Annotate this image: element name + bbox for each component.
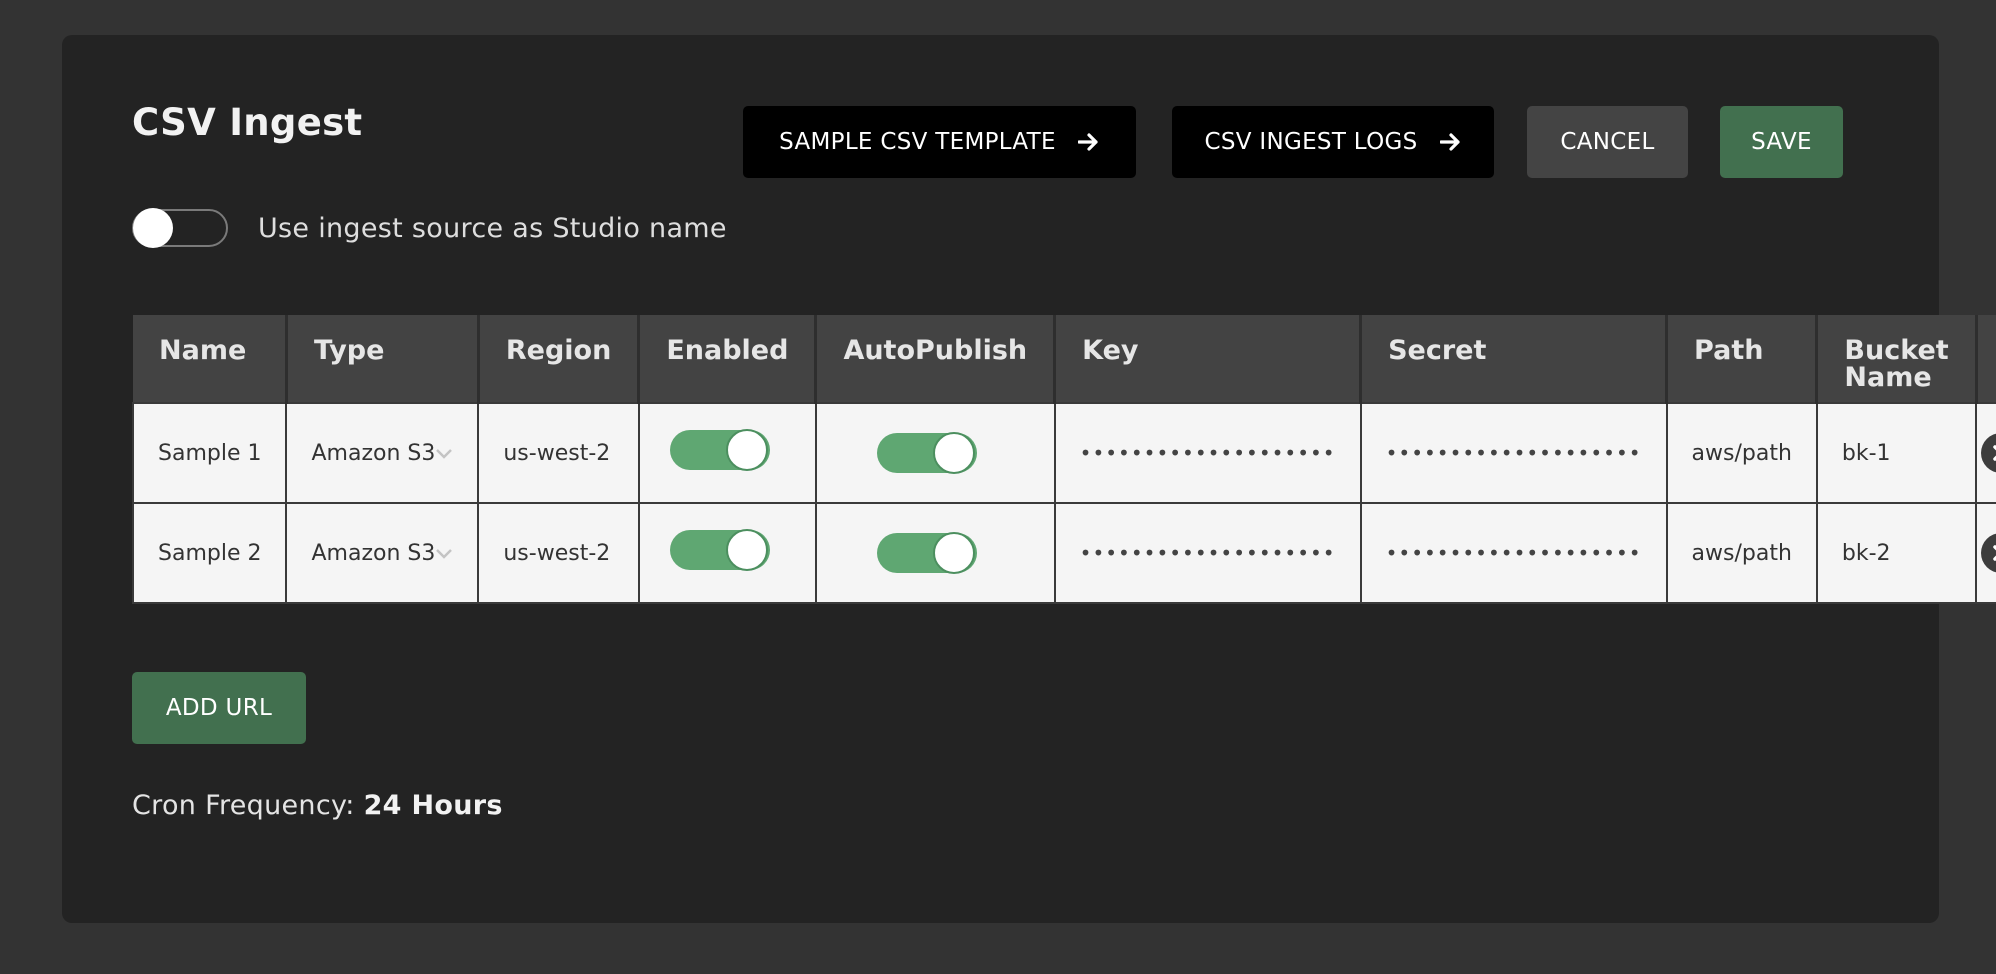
column-header-enabled[interactable]: Enabled <box>638 315 818 403</box>
actions-cell <box>1975 502 1996 604</box>
region-cell[interactable]: us-west-2 <box>477 502 640 604</box>
column-header-actions <box>1976 315 1996 403</box>
close-circle-icon[interactable] <box>1981 433 1996 473</box>
secret-masked-value: •••••••••••••••••••• <box>1385 540 1642 565</box>
autopublish-toggle[interactable] <box>876 532 977 574</box>
ingest-sources-table: Name Type Region Enabled AutoPublish Key… <box>131 315 1996 604</box>
enabled-cell <box>637 402 817 504</box>
enabled-toggle[interactable] <box>669 429 770 471</box>
csv-ingest-logs-label: CSV INGEST LOGS <box>1204 129 1418 155</box>
toggle-knob <box>932 432 975 474</box>
cron-frequency-label: Cron Frequency: <box>132 790 355 821</box>
column-header-type[interactable]: Type <box>286 315 480 403</box>
table-row: Sample 1 Amazon S3 us-west-2 •••••••••••… <box>131 402 1996 504</box>
dialog-title: CSV Ingest <box>132 101 363 144</box>
actions-cell <box>1975 402 1996 504</box>
enabled-cell <box>637 502 817 604</box>
type-value: Amazon S3 <box>311 440 436 466</box>
secret-masked-value: •••••••••••••••••••• <box>1385 440 1642 465</box>
studio-name-toggle-label: Use ingest source as Studio name <box>258 212 727 244</box>
bucket-name-cell[interactable]: bk-1 <box>1815 402 1978 504</box>
autopublish-toggle[interactable] <box>876 432 977 474</box>
chevron-down-icon <box>435 441 453 466</box>
secret-field[interactable]: •••••••••••••••••••• <box>1359 402 1668 504</box>
sample-csv-template-label: SAMPLE CSV TEMPLATE <box>779 129 1056 155</box>
toggle-knob <box>932 532 975 574</box>
table-row: Sample 2 Amazon S3 us-west-2 •••••••••••… <box>131 502 1996 604</box>
studio-name-toggle[interactable] <box>132 208 228 248</box>
name-cell[interactable]: Sample 1 <box>131 402 288 504</box>
arrow-right-icon <box>1439 132 1462 152</box>
add-url-button[interactable]: ADD URL <box>132 672 306 744</box>
column-header-autopublish[interactable]: AutoPublish <box>815 315 1057 403</box>
autopublish-cell <box>814 502 1056 604</box>
bucket-name-cell[interactable]: bk-2 <box>1815 502 1978 604</box>
name-cell[interactable]: Sample 2 <box>131 502 288 604</box>
table-header-row: Name Type Region Enabled AutoPublish Key… <box>133 315 1996 403</box>
cron-frequency: Cron Frequency: 24 Hours <box>132 790 503 821</box>
chevron-down-icon <box>435 541 453 566</box>
path-cell[interactable]: aws/path <box>1665 402 1818 504</box>
key-masked-value: •••••••••••••••••••• <box>1079 540 1336 565</box>
cancel-button[interactable]: CANCEL <box>1527 106 1688 178</box>
type-select[interactable]: Amazon S3 <box>285 402 480 504</box>
key-field[interactable]: •••••••••••••••••••• <box>1053 402 1362 504</box>
type-value: Amazon S3 <box>311 540 436 566</box>
toggle-knob <box>725 529 768 571</box>
csv-ingest-dialog: CSV Ingest SAMPLE CSV TEMPLATE CSV INGES… <box>62 35 1996 923</box>
save-button[interactable]: SAVE <box>1720 106 1843 178</box>
toggle-knob <box>725 429 768 471</box>
key-field[interactable]: •••••••••••••••••••• <box>1053 502 1362 604</box>
autopublish-cell <box>814 402 1056 504</box>
arrow-right-icon <box>1077 132 1100 152</box>
column-header-key[interactable]: Key <box>1054 315 1363 403</box>
path-cell[interactable]: aws/path <box>1665 502 1818 604</box>
sample-csv-template-button[interactable]: SAMPLE CSV TEMPLATE <box>743 106 1136 178</box>
column-header-region[interactable]: Region <box>478 315 641 403</box>
toggle-knob <box>133 208 173 248</box>
column-header-bucket-name[interactable]: Bucket Name <box>1816 315 1978 403</box>
close-circle-icon[interactable] <box>1981 533 1996 573</box>
key-masked-value: •••••••••••••••••••• <box>1079 440 1336 465</box>
csv-ingest-logs-button[interactable]: CSV INGEST LOGS <box>1172 106 1494 178</box>
cron-frequency-value: 24 Hours <box>363 790 503 821</box>
studio-name-toggle-row: Use ingest source as Studio name <box>132 208 727 248</box>
region-cell[interactable]: us-west-2 <box>477 402 640 504</box>
column-header-name[interactable]: Name <box>133 315 288 403</box>
secret-field[interactable]: •••••••••••••••••••• <box>1359 502 1668 604</box>
column-header-secret[interactable]: Secret <box>1360 315 1669 403</box>
type-select[interactable]: Amazon S3 <box>285 502 480 604</box>
column-header-path[interactable]: Path <box>1666 315 1819 403</box>
enabled-toggle[interactable] <box>669 529 770 571</box>
